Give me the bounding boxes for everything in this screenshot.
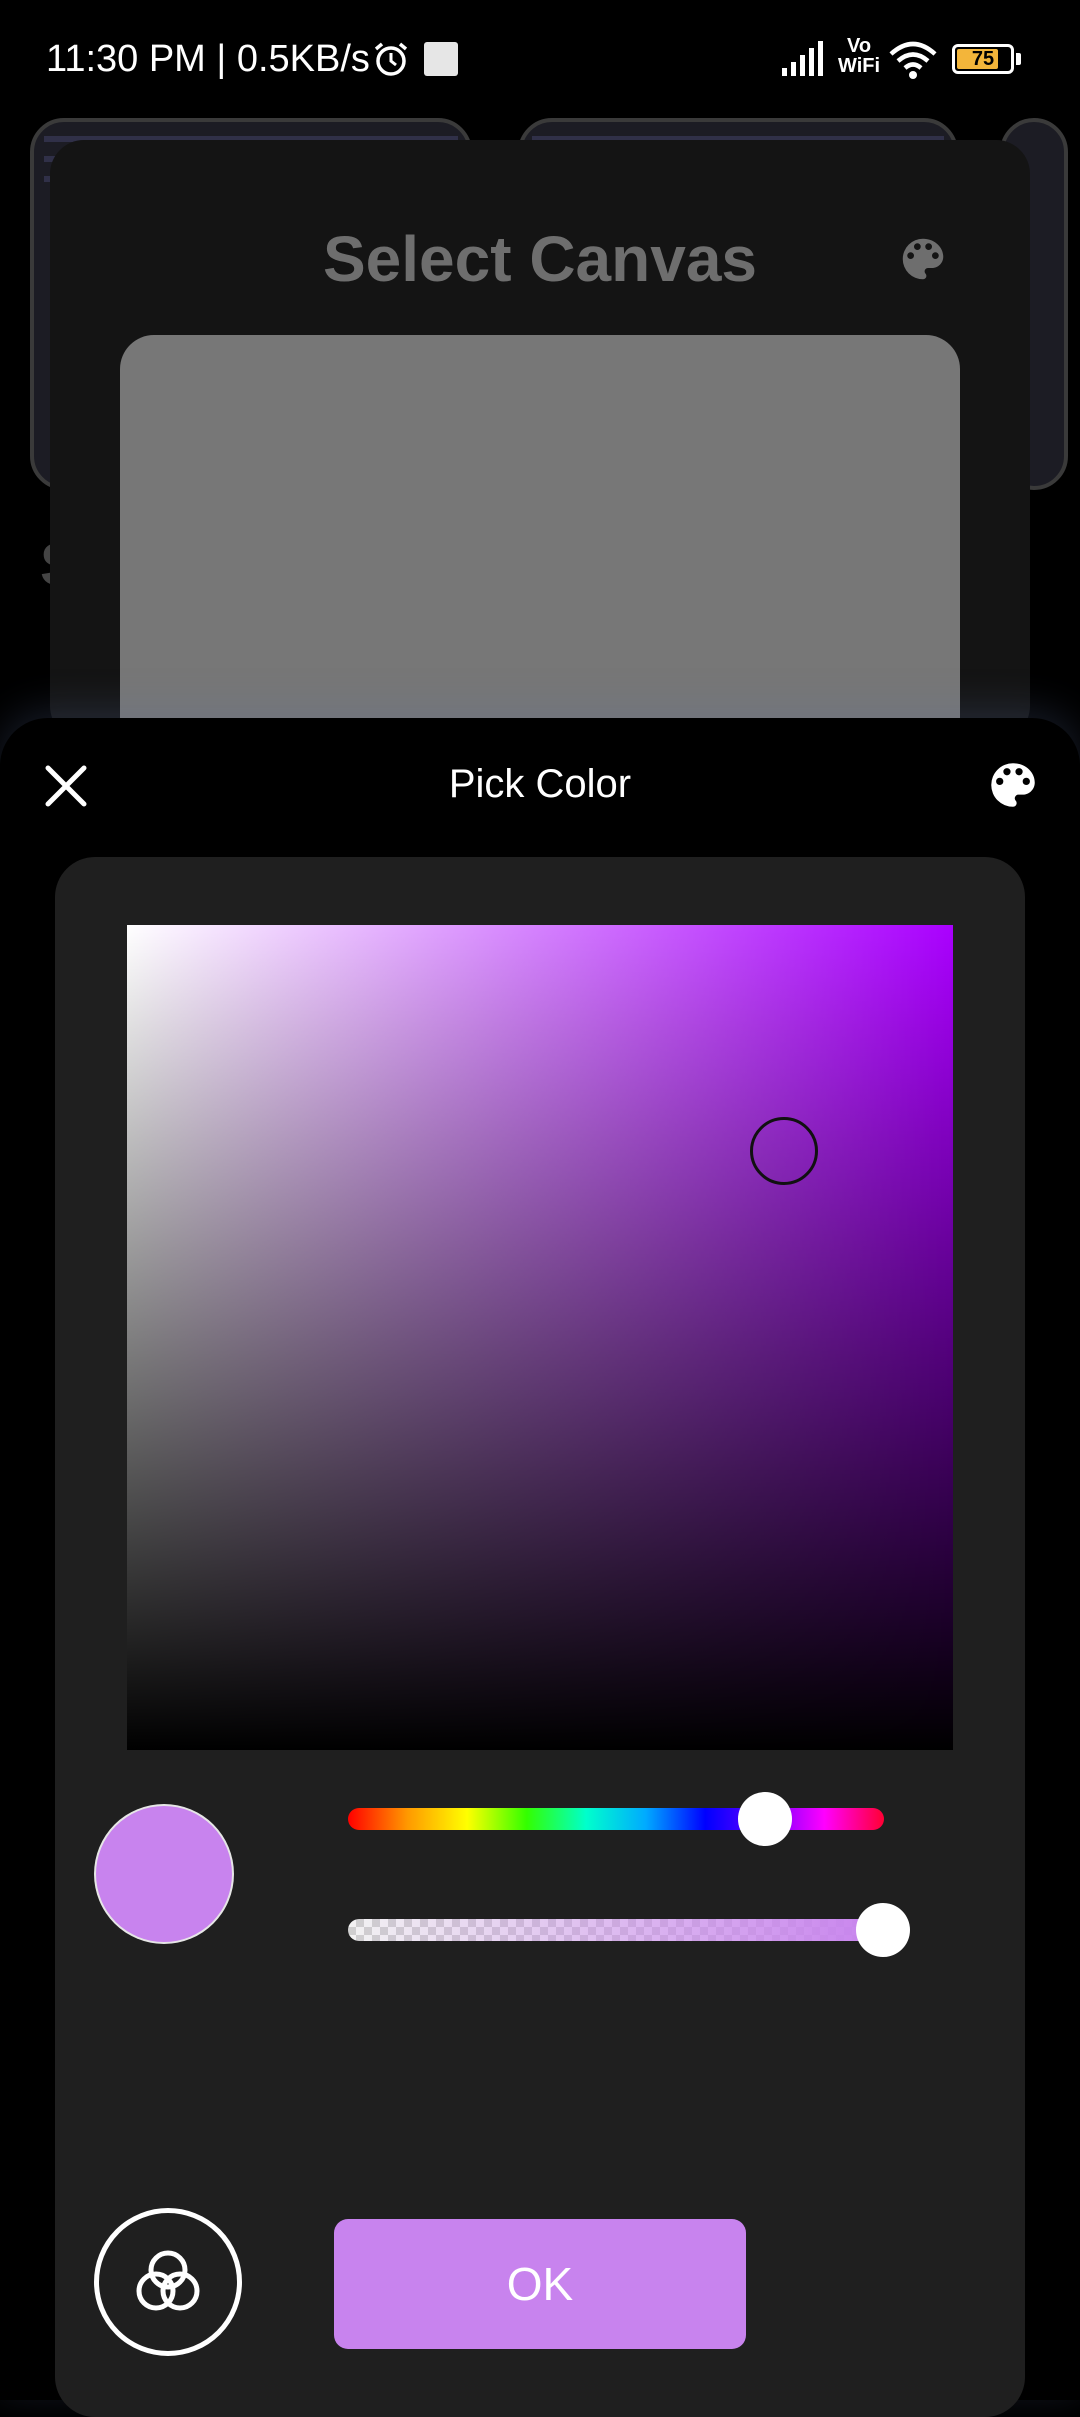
battery-tip [1016,53,1021,65]
selected-color-swatch [96,1806,232,1942]
alpha-slider[interactable] [348,1919,884,1941]
saturation-value-area[interactable] [127,925,953,1750]
alarm-icon [374,42,408,76]
notification-icon [424,42,458,76]
ok-button[interactable]: OK [334,2219,746,2349]
hue-slider[interactable] [348,1808,884,1830]
wifi-icon [889,41,937,79]
palette-icon [902,238,944,280]
status-time: 11:30 PM | 0.5KB/s [46,38,370,80]
sv-cursor[interactable] [750,1117,818,1185]
palette-icon[interactable] [984,756,1042,814]
signal-icon [782,41,823,76]
alpha-slider-thumb[interactable] [856,1903,910,1957]
status-bar: 11:30 PM | 0.5KB/s Vo WiFi 75 [0,0,1080,120]
battery-icon: 75 [952,44,1014,74]
hue-slider-thumb[interactable] [738,1792,792,1846]
sheet-title: Pick Color [448,762,632,806]
color-mode-button[interactable] [94,2208,242,2356]
sv-value-layer [127,925,953,1750]
canvas-preview [120,335,960,735]
color-circles-icon [136,2250,200,2311]
battery-level: 75 [971,48,995,70]
vowifi-label: Vo WiFi [838,35,881,77]
